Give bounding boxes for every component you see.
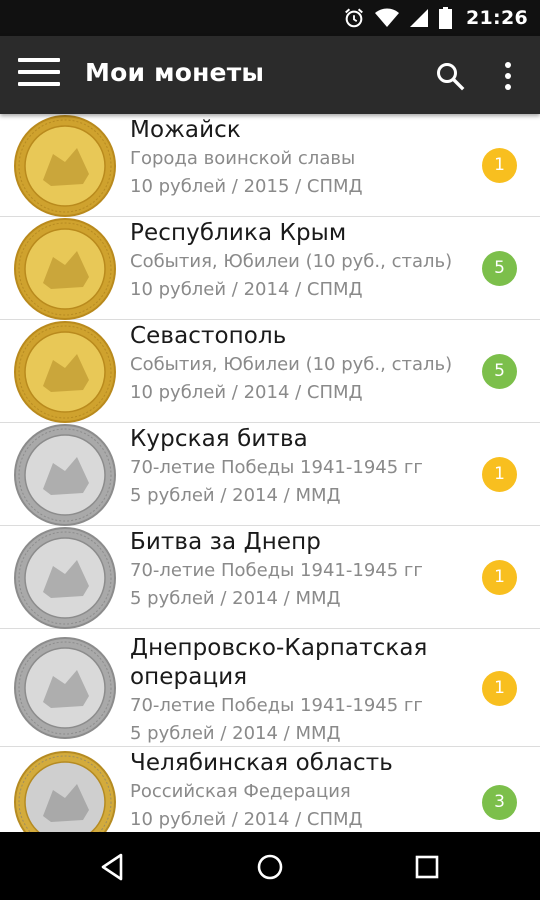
battery-icon [439,7,453,29]
coin-list[interactable]: Можайск Города воинской славы 10 рублей / … [0,114,540,832]
coin-series: 70-летие Победы 1941-1945 гг [130,457,423,478]
count-badge: 1 [482,148,517,183]
coin-series: Города воинской славы [130,148,356,169]
coin-image [14,218,116,320]
coin-series: 70-летие Победы 1941-1945 гг [130,695,423,716]
more-vert-icon[interactable] [494,60,522,92]
list-item[interactable]: Можайск Города воинской славы 10 рублей / … [0,114,540,217]
status-bar: 21:26 [0,0,540,36]
coin-details: 10 рублей / 2015 / СПМД [130,176,363,197]
coin-image [14,527,116,629]
count-badge: 5 [482,251,517,286]
menu-icon[interactable] [18,58,60,92]
nav-bar [0,832,540,900]
coin-name: Битва за Днепр [130,529,321,555]
coin-name: Челябинская область [130,750,393,776]
search-icon[interactable] [434,60,466,92]
coin-series: События, Юбилеи (10 руб., сталь) [130,354,453,375]
coin-details: 5 рублей / 2014 / ММД [130,485,341,506]
back-icon[interactable] [95,849,131,885]
coin-name: Республика Крым [130,220,347,246]
wifi-icon [375,8,400,27]
count-badge: 1 [482,457,517,492]
list-item[interactable]: Республика Крым События, Юбилеи (10 руб.,… [0,217,540,320]
signal-icon [410,9,429,27]
list-item[interactable]: Днепровско-Карпатская операция 70-летие П… [0,629,540,747]
status-icons: 21:26 [343,0,528,36]
coin-details: 5 рублей / 2014 / ММД [130,588,341,609]
coin-image [14,321,116,423]
coin-image [14,637,116,739]
list-item[interactable]: Битва за Днепр 70-летие Победы 1941-1945 … [0,526,540,629]
alarm-icon [345,8,363,28]
count-badge: 5 [482,354,517,389]
coin-image [14,751,116,832]
coin-image [14,115,116,217]
coin-name: Днепровско-Карпатская операция [130,635,428,690]
page-title: Мои монеты [85,58,265,87]
coin-series: Российская Федерация [130,781,351,802]
coin-details: 10 рублей / 2014 / СПМД [130,382,363,403]
count-badge: 3 [482,785,517,820]
app-bar: Мои монеты [0,36,540,114]
coin-details: 10 рублей / 2014 / СПМД [130,279,363,300]
coin-series: События, Юбилеи (10 руб., сталь) [130,251,453,272]
clock-time: 21:26 [466,7,528,29]
list-item[interactable]: Курская битва 70-летие Победы 1941-1945 г… [0,423,540,526]
coin-details: 5 рублей / 2014 / ММД [130,723,341,744]
count-badge: 1 [482,671,517,706]
coin-details: 10 рублей / 2014 / СПМД [130,809,363,830]
list-item[interactable]: Челябинская область Российская Федерация 1… [0,747,540,832]
coin-name: Севастополь [130,323,287,349]
coin-image [14,424,116,526]
coin-name: Можайск [130,117,241,143]
recents-icon[interactable] [409,849,445,885]
home-icon[interactable] [252,849,288,885]
count-badge: 1 [482,560,517,595]
coin-name: Курская битва [130,426,308,452]
list-item[interactable]: Севастополь События, Юбилеи (10 руб., ста… [0,320,540,423]
coin-series: 70-летие Победы 1941-1945 гг [130,560,423,581]
